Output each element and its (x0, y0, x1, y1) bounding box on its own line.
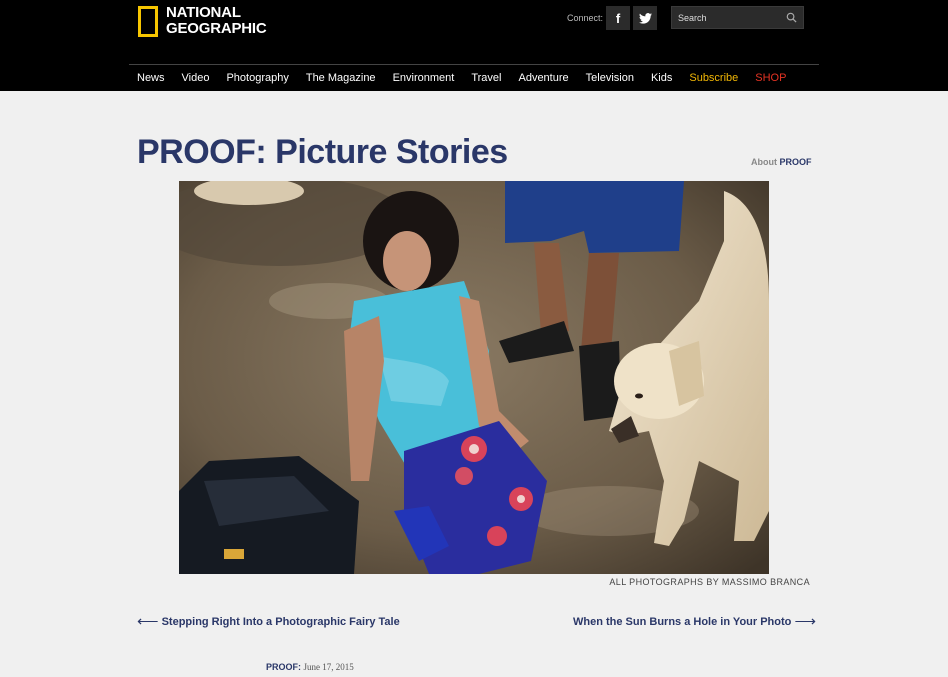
featured-photo[interactable] (179, 181, 769, 574)
nav-item-news[interactable]: News (137, 72, 165, 84)
previous-post-link[interactable]: ⟵ Stepping Right Into a Photographic Fai… (137, 612, 400, 630)
connect-label: Connect: (567, 13, 604, 23)
post-date: June 17, 2015 (303, 662, 354, 672)
about-proof-label: PROOF (779, 157, 812, 167)
national-geographic-logo[interactable]: NATIONAL GEOGRAPHIC (138, 5, 267, 37)
nav-item-adventure[interactable]: Adventure (518, 72, 568, 84)
logo-line-2: GEOGRAPHIC (166, 20, 267, 37)
about-proof-link[interactable]: About PROOF (751, 157, 812, 167)
twitter-icon[interactable] (633, 6, 657, 30)
nav-item-photography[interactable]: Photography (226, 72, 288, 84)
yellow-border-icon (138, 5, 158, 37)
facebook-icon[interactable]: f (606, 6, 630, 30)
photo-illustration (179, 181, 769, 574)
main-nav: News Video Photography The Magazine Envi… (137, 72, 803, 84)
nav-item-the-magazine[interactable]: The Magazine (306, 72, 376, 84)
nav-item-video[interactable]: Video (182, 72, 210, 84)
nav-divider (129, 64, 819, 65)
previous-post-title: Stepping Right Into a Photographic Fairy… (161, 616, 400, 628)
nav-item-environment[interactable]: Environment (393, 72, 455, 84)
nav-item-kids[interactable]: Kids (651, 72, 672, 84)
arrow-left-icon: ⟵ (137, 613, 159, 630)
next-post-title: When the Sun Burns a Hole in Your Photo (573, 616, 792, 628)
nav-item-subscribe[interactable]: Subscribe (689, 72, 738, 84)
search-box[interactable] (671, 6, 804, 29)
about-prefix: About (751, 157, 777, 167)
top-bar: NATIONAL GEOGRAPHIC Connect: f News Vide… (0, 0, 948, 91)
twitter-bird-icon (638, 12, 652, 24)
search-input[interactable] (678, 10, 778, 25)
nav-item-travel[interactable]: Travel (471, 72, 501, 84)
nav-item-television[interactable]: Television (586, 72, 634, 84)
next-post-link[interactable]: When the Sun Burns a Hole in Your Photo … (573, 612, 816, 630)
search-icon[interactable] (786, 12, 797, 23)
logo-wordmark: NATIONAL GEOGRAPHIC (166, 5, 267, 37)
dateline-label: PROOF: (266, 662, 301, 672)
nav-item-shop[interactable]: SHOP (755, 72, 786, 84)
arrow-right-icon: ⟶ (794, 613, 816, 630)
logo-line-1: NATIONAL (166, 4, 241, 21)
post-dateline: PROOF: June 17, 2015 (266, 662, 354, 672)
photo-credit: ALL PHOTOGRAPHS BY MASSIMO BRANCA (609, 577, 810, 587)
page-title: PROOF: Picture Stories (137, 133, 508, 171)
